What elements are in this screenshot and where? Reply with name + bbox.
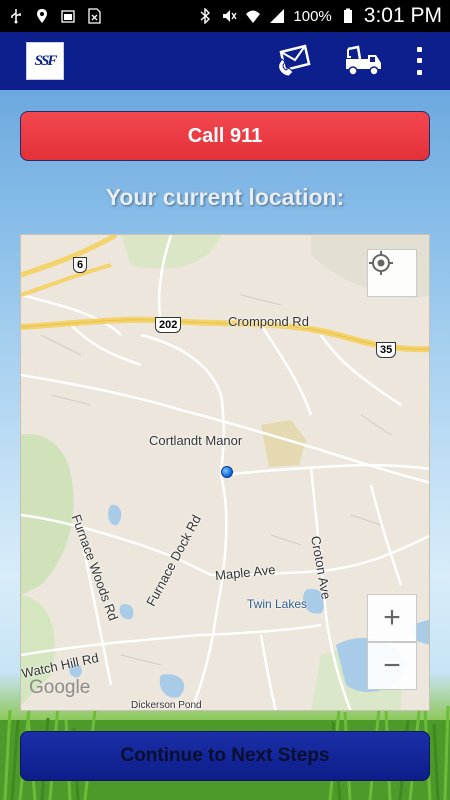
location-map[interactable]: 6 202 35 Crompond Rd Cortlandt Manor Fur… xyxy=(20,234,430,711)
bluetooth-icon xyxy=(200,8,211,24)
continue-button[interactable]: Continue to Next Steps xyxy=(20,731,430,781)
sim-icon xyxy=(88,8,101,24)
map-label-dickerson: Dickerson Pond xyxy=(131,700,202,711)
overflow-menu-icon[interactable] xyxy=(414,44,424,78)
my-location-button[interactable] xyxy=(367,249,417,297)
app-actions xyxy=(274,41,424,81)
location-heading: Your current location: xyxy=(105,184,345,210)
status-bar: 100% 3:01 PM xyxy=(0,0,450,32)
status-time: 3:01 PM xyxy=(363,4,442,27)
route-6-shield: 6 xyxy=(73,257,88,273)
location-pin-icon xyxy=(37,9,47,23)
mute-icon xyxy=(223,10,237,22)
map-label-cortlandt: Cortlandt Manor xyxy=(149,433,243,448)
app-logo: SSF xyxy=(26,42,64,80)
battery-percent: 100% xyxy=(293,7,332,25)
zoom-out-button[interactable]: − xyxy=(367,642,417,690)
usb-icon xyxy=(11,9,21,24)
current-location-marker xyxy=(221,466,233,478)
call-911-button[interactable]: Call 911 xyxy=(20,111,430,161)
phone-contact-icon[interactable] xyxy=(274,41,314,81)
app-bar: SSF xyxy=(0,32,450,90)
route-35-shield: 35 xyxy=(376,342,397,358)
signal-icon xyxy=(270,9,285,23)
google-watermark: Google xyxy=(29,677,91,698)
status-left-icons xyxy=(8,8,102,24)
zoom-in-button[interactable]: + xyxy=(367,594,417,642)
battery-full-icon xyxy=(61,10,75,23)
wifi-icon xyxy=(246,10,261,23)
map-label-crompond: Crompond Rd xyxy=(228,314,309,329)
status-right-icons: 100% 3:01 PM xyxy=(197,4,442,28)
route-202-shield: 202 xyxy=(155,317,182,333)
tow-truck-icon[interactable] xyxy=(344,41,384,81)
map-label-twin-lakes: Twin Lakes xyxy=(247,597,308,611)
crosshair-icon xyxy=(369,251,393,275)
battery-icon xyxy=(343,8,352,23)
